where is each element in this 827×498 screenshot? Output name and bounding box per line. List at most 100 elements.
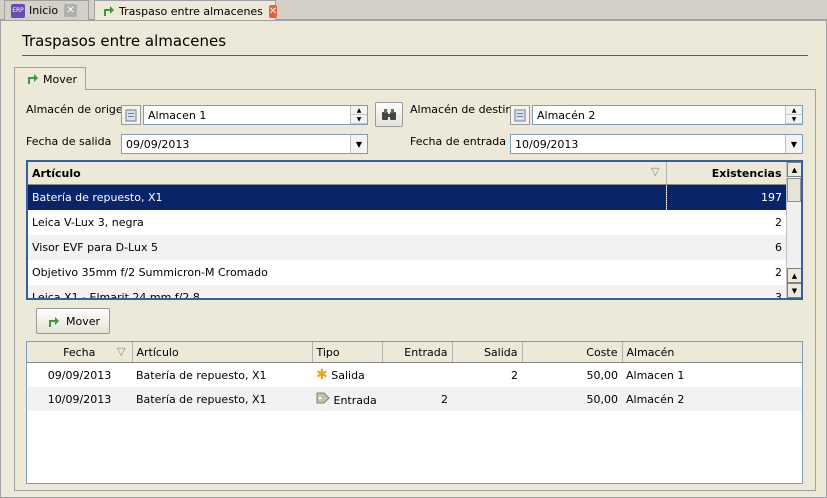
scroll-thumb[interactable] [787,178,801,202]
article-name: Batería de repuesto, X1 [28,184,667,210]
column-header-existencias[interactable]: Existencias [666,162,787,185]
entrada-date-field[interactable]: 10/09/2013 ▼ [510,134,803,154]
movement-coste: 50,00 [522,387,622,411]
swap-warehouses-button[interactable] [375,102,403,127]
salida-label: Fecha de salida [26,135,112,148]
table-row[interactable]: 09/09/2013 Batería de repuesto, X1 ✱ Sal… [27,363,802,388]
scroll-down-icon[interactable]: ▼ [787,283,801,298]
table-row[interactable]: Objetivo 35mm f/2 Summicron-M Cromado 2 [28,260,786,285]
tab-mover-label: Mover [43,72,78,86]
movement-entrada: 2 [382,387,452,411]
movement-entrada [382,363,452,388]
column-header-label: Artículo [32,166,81,180]
column-header-label: Artículo [136,345,179,359]
transfer-arrow-icon [48,317,59,327]
column-header-label: Coste [586,345,618,359]
article-name: Leica V-Lux 3, negra [32,216,144,229]
title-divider [22,55,808,56]
article-name: Visor EVF para D-Lux 5 [28,235,666,260]
article-stock: 197 [666,184,786,210]
article-stock: 6 [666,235,786,260]
close-icon[interactable]: ✕ [268,4,278,18]
tab-traspaso-label: Traspaso entre almacenes [119,4,263,18]
entrada-label: Fecha de entrada [410,135,507,148]
movement-articulo: Batería de repuesto, X1 [136,368,267,382]
scroll-up-icon[interactable]: ▲ [787,162,801,177]
destino-field[interactable]: Almacén 2 ▲ ▼ [532,105,803,125]
movement-tipo: ✱ Salida [312,363,382,388]
movement-salida: 2 [511,368,518,382]
table-row[interactable]: Leica X1 - Elmarit 24 mm f/2,8 3 [28,285,786,298]
article-name: Objetivo 35mm f/2 Summicron-M Cromado [32,266,268,279]
column-header-almacen[interactable]: Almacén [622,342,802,363]
chevron-down-icon[interactable]: ▼ [785,135,802,153]
table-row[interactable]: Visor EVF para D-Lux 5 6 [28,235,786,260]
articles-table[interactable]: Artículo ▽ Existencias Batería de repuest… [26,160,803,300]
column-header-entrada[interactable]: Entrada [382,342,453,363]
column-header-label: Tipo [316,345,340,359]
salida-date-field[interactable]: 09/09/2013 ▼ [121,134,368,154]
table-row[interactable]: Leica V-Lux 3, negra 2 [28,210,786,235]
origen-spinner[interactable]: ▲ ▼ [350,106,367,124]
movement-almacen: Almacen 1 [626,368,685,382]
warehouse-picker-icon[interactable] [121,105,141,125]
table-row[interactable]: Batería de repuesto, X1 197 [28,184,786,210]
article-stock: 3 [666,285,786,298]
movement-almacen: Almacén 2 [622,387,802,411]
spin-down-icon[interactable]: ▼ [351,115,367,124]
movement-salida [452,387,522,411]
column-header-salida[interactable]: Salida [452,342,523,363]
column-header-label: Salida [483,345,518,359]
column-header-articulo[interactable]: Artículo [132,342,313,363]
movements-table[interactable]: Fecha ▽ Artículo Tipo Entrada Salida Cost… [26,341,803,484]
movement-tipo-label: Entrada [333,393,377,407]
origen-label: Almacén de origen [26,103,130,116]
sort-icon: ▽ [651,165,660,178]
table-row[interactable]: 10/09/2013 Batería de repuesto, X1 Entra… [27,387,802,411]
column-header-label: Entrada [404,345,448,359]
movement-fecha: 10/09/2013 [27,387,132,411]
spin-up-icon[interactable]: ▲ [351,106,367,115]
column-header-label: Fecha [63,345,96,359]
tab-inicio[interactable]: ERP Inicio ✕ [4,0,89,20]
tab-inicio-label: Inicio [29,4,59,17]
article-name: Leica X1 - Elmarit 24 mm f/2,8 [28,285,666,298]
sort-icon: ▽ [117,345,126,358]
transfer-arrow-icon [25,71,39,88]
tag-in-icon [316,392,330,407]
movement-fecha: 09/09/2013 [47,368,112,382]
movement-tipo: Entrada [312,387,382,411]
erp-icon: ERP [11,3,25,18]
spin-up-icon[interactable]: ▲ [786,106,802,115]
chevron-down-icon[interactable]: ▼ [350,135,367,153]
column-header-coste[interactable]: Coste [522,342,623,363]
destino-label: Almacén de destino [410,103,520,116]
mover-button[interactable]: Mover [36,308,110,334]
entrada-value: 10/09/2013 [515,137,579,151]
scroll-up-icon[interactable]: ▲ [787,268,801,283]
column-header-label: Existencias [711,166,782,180]
page-title: Traspasos entre almacenes [22,32,227,50]
tab-mover[interactable]: Mover [14,67,86,90]
binoculars-icon [382,108,396,120]
asterisk-out-icon: ✱ [316,367,328,383]
spin-down-icon[interactable]: ▼ [786,115,802,124]
article-stock: 2 [775,266,782,279]
movement-articulo: Batería de repuesto, X1 [132,387,312,411]
origen-value: Almacen 1 [148,108,207,122]
movement-tipo-label: Salida [331,369,365,382]
column-header-fecha[interactable]: Fecha ▽ [27,342,133,363]
mover-button-label: Mover [65,314,101,328]
movement-coste: 50,00 [586,368,619,382]
close-icon[interactable]: ✕ [64,4,78,17]
articles-scrollbar[interactable]: ▲ ▲ ▼ [786,162,801,298]
destino-value: Almacén 2 [537,108,596,122]
article-stock: 2 [775,216,782,229]
destino-spinner[interactable]: ▲ ▼ [785,106,802,124]
salida-value: 09/09/2013 [126,137,190,151]
tab-traspaso[interactable]: Traspaso entre almacenes ✕ [94,0,278,21]
column-header-articulo[interactable]: Artículo ▽ [28,162,667,185]
origen-field[interactable]: Almacen 1 ▲ ▼ [143,105,368,125]
column-header-tipo[interactable]: Tipo [312,342,383,363]
warehouse-picker-icon[interactable] [510,105,530,125]
